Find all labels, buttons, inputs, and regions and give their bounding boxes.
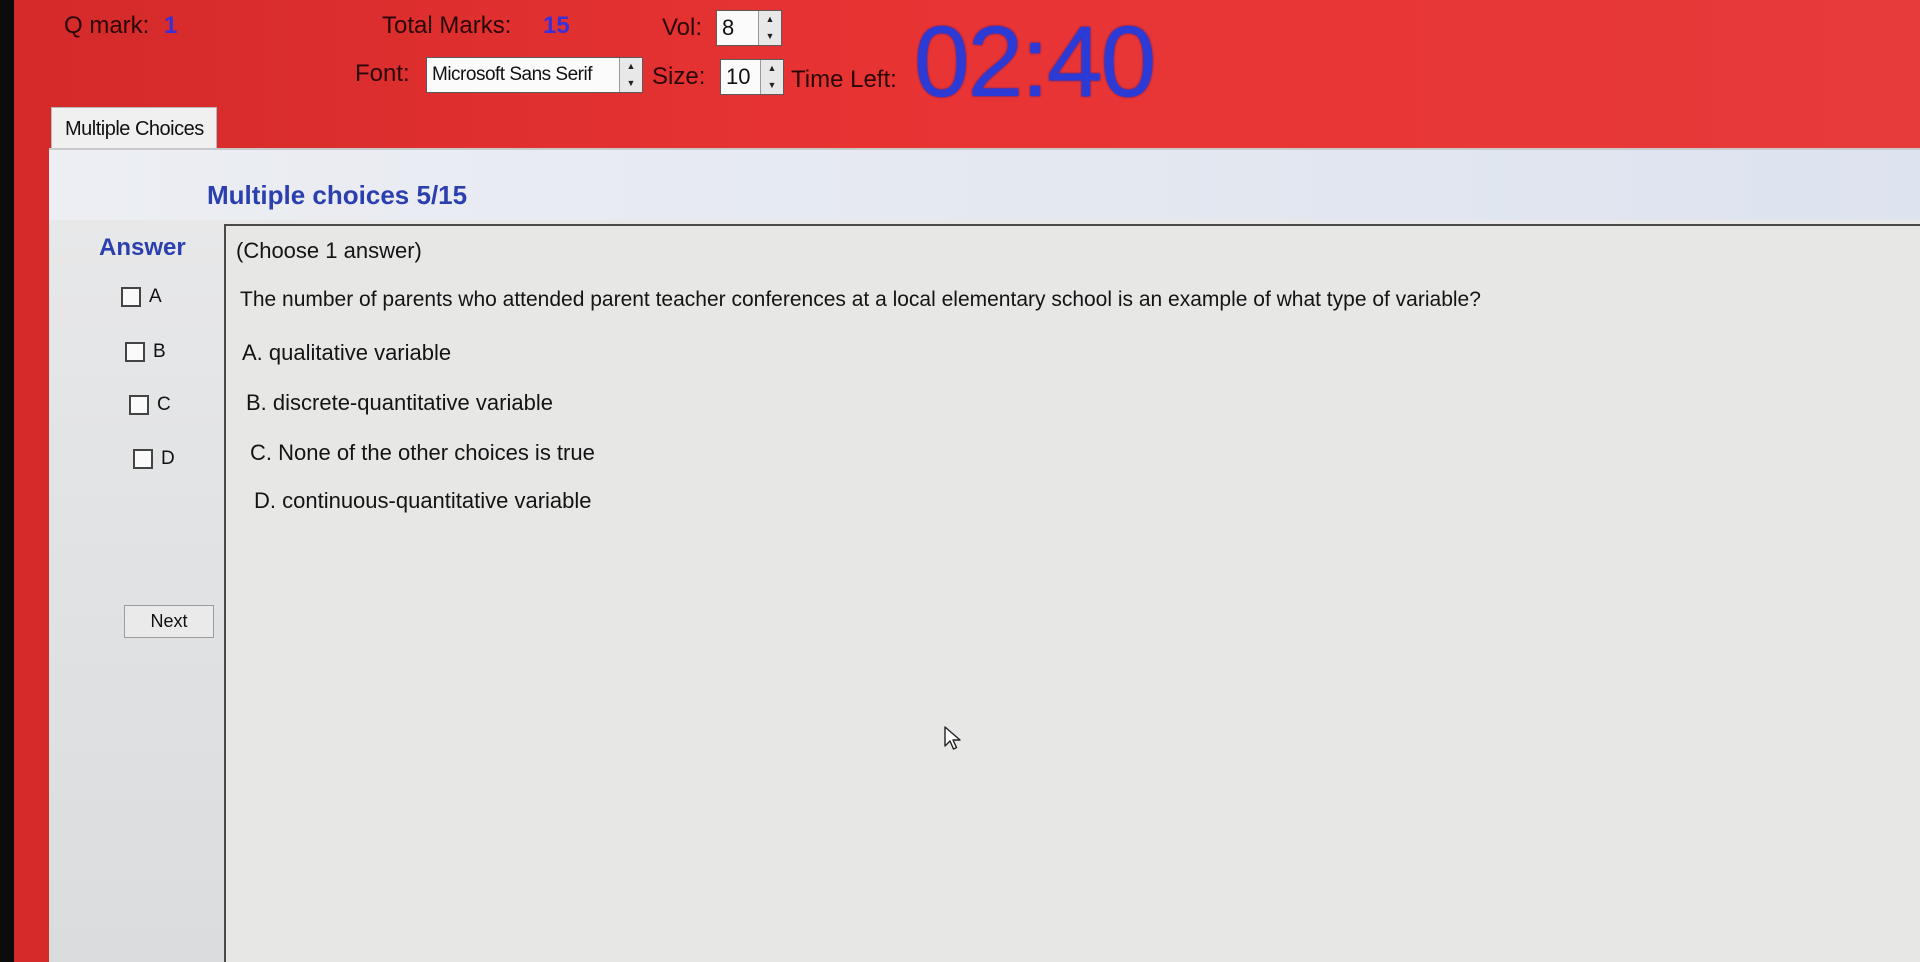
volume-value[interactable]: 8: [717, 11, 758, 45]
countdown-timer: 02:40: [914, 6, 1156, 118]
font-value[interactable]: Microsoft Sans Serif: [427, 58, 619, 92]
total-marks-value: 15: [543, 12, 570, 39]
answer-instruction: (Choose 1 answer): [236, 238, 422, 263]
size-stepper[interactable]: 10 ▲ ▼: [720, 59, 784, 95]
font-selector[interactable]: Microsoft Sans Serif ▲ ▼: [426, 57, 643, 93]
question-progress-title: Multiple choices 5/15: [207, 180, 468, 210]
volume-arrows[interactable]: ▲ ▼: [758, 11, 781, 45]
answer-option-c[interactable]: C: [129, 394, 171, 416]
answer-option-b[interactable]: B: [125, 341, 166, 363]
volume-up-icon[interactable]: ▲: [759, 11, 781, 28]
total-marks-label: Total Marks:: [382, 12, 512, 39]
font-label: Font:: [355, 60, 410, 87]
question-panel: Multiple choices 5/15 Answer A B C D Nex…: [49, 148, 1920, 962]
font-up-icon[interactable]: ▲: [620, 58, 642, 75]
checkbox-b[interactable]: [125, 342, 145, 362]
next-button[interactable]: Next: [124, 605, 214, 638]
answer-option-label: B: [153, 341, 166, 362]
choice-a: A. qualitative variable: [242, 340, 452, 365]
size-up-icon[interactable]: ▲: [761, 60, 783, 77]
size-value[interactable]: 10: [721, 60, 760, 94]
size-down-icon[interactable]: ▼: [761, 77, 783, 94]
size-label: Size:: [652, 63, 706, 90]
answer-option-a[interactable]: A: [121, 286, 162, 308]
size-arrows[interactable]: ▲ ▼: [760, 60, 783, 94]
font-down-icon[interactable]: ▼: [620, 75, 642, 92]
checkbox-a[interactable]: [121, 287, 141, 307]
checkbox-c[interactable]: [129, 395, 149, 415]
answer-option-d[interactable]: D: [133, 448, 175, 470]
answer-option-label: A: [149, 286, 162, 307]
volume-stepper[interactable]: 8 ▲ ▼: [716, 10, 782, 46]
choice-d: D. continuous-quantitative variable: [254, 488, 592, 513]
choice-b: B. discrete-quantitative variable: [246, 390, 553, 415]
q-mark-label: Q mark:: [64, 12, 150, 39]
exam-window: Q mark: 1 Total Marks: 15 Vol: 8 ▲ ▼ Fon…: [14, 0, 1920, 962]
font-arrows[interactable]: ▲ ▼: [619, 58, 642, 92]
q-mark-value: 1: [164, 12, 178, 39]
time-left-label: Time Left:: [791, 66, 897, 93]
choice-c: C. None of the other choices is true: [250, 440, 595, 465]
tab-multiple-choices[interactable]: Multiple Choices: [51, 107, 217, 149]
answer-option-label: D: [161, 448, 175, 469]
volume-down-icon[interactable]: ▼: [759, 28, 781, 45]
mouse-cursor-icon: [944, 726, 961, 750]
question-area: (Choose 1 answer) The number of parents …: [224, 224, 1920, 962]
answer-label: Answer: [99, 234, 186, 261]
question-text: The number of parents who attended paren…: [240, 288, 1481, 311]
checkbox-d[interactable]: [133, 449, 153, 469]
vol-label: Vol:: [662, 14, 703, 41]
answer-option-label: C: [157, 394, 171, 415]
